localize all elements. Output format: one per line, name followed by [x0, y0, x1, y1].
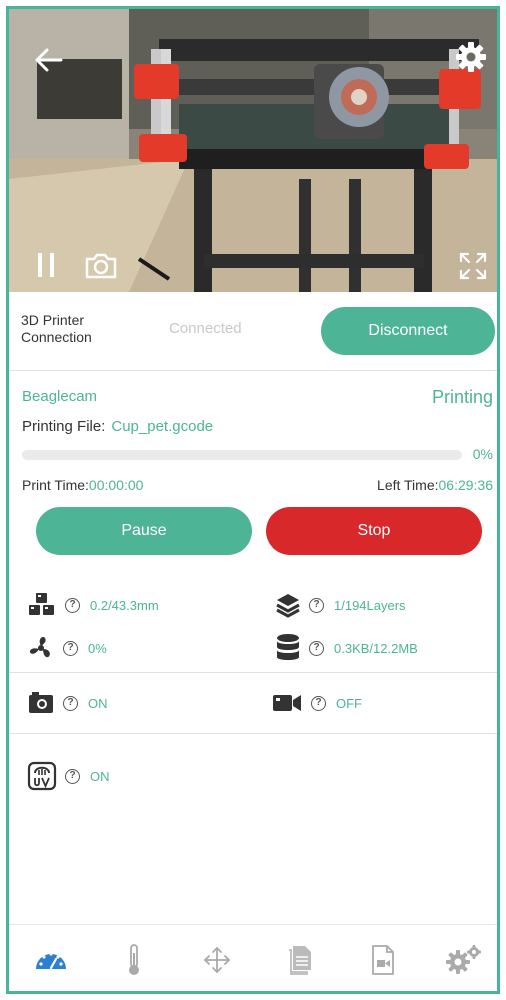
help-icon[interactable]: ?	[65, 768, 80, 784]
pause-stream-button[interactable]	[31, 247, 61, 283]
layers-icon	[276, 594, 300, 618]
fan-stat: ? 0%	[27, 633, 107, 663]
fan-icon	[29, 636, 50, 658]
back-button[interactable]	[31, 42, 67, 78]
uv-status: ON	[90, 768, 110, 784]
help-icon[interactable]: ?	[309, 640, 324, 656]
cubes-icon	[29, 593, 54, 615]
camera-feed	[9, 9, 497, 292]
print-time-value: 00:00:00	[88, 477, 144, 493]
connection-label: 3D Printer Connection	[21, 312, 92, 345]
height-stat: ? 0.2/43.3mm	[27, 590, 159, 620]
printing-file-row: Printing File: Cup_pet.gcode	[22, 418, 213, 435]
camera-name: Beaglecam	[22, 388, 98, 405]
tab-dashboard[interactable]	[31, 940, 71, 980]
help-icon[interactable]: ?	[309, 597, 324, 613]
pause-button[interactable]: Pause	[36, 507, 252, 555]
tab-video-files[interactable]	[363, 940, 403, 980]
pause-icon	[38, 253, 54, 277]
tab-temperature[interactable]	[114, 940, 154, 980]
gear-icon	[456, 42, 486, 72]
uv-section: ? ON	[9, 734, 497, 924]
video-file-icon	[372, 945, 394, 975]
video-camera-icon	[273, 695, 301, 711]
uv-light-icon	[27, 761, 57, 791]
progress-percent: 0%	[472, 446, 493, 462]
layers-stat: ? 1/194Layers	[275, 590, 406, 620]
files-icon	[289, 946, 311, 975]
video-status: OFF	[336, 695, 362, 711]
print-status-section: Beaglecam Printing Printing File: Cup_pet…	[9, 371, 497, 576]
height-value: 0.2/43.3mm	[90, 597, 159, 613]
move-icon	[204, 947, 230, 973]
left-time-value: 06:29:36	[438, 477, 494, 493]
printing-file-label: Printing File:	[22, 418, 106, 435]
printing-file-name: Cup_pet.gcode	[111, 418, 214, 435]
settings-icon	[446, 945, 481, 974]
video-toggle[interactable]: ? OFF	[271, 688, 362, 718]
photo-toggle[interactable]: ? ON	[27, 688, 108, 718]
fullscreen-icon	[459, 252, 487, 280]
help-icon[interactable]: ?	[63, 640, 78, 656]
print-time: Print Time:00:00:00	[22, 477, 143, 493]
capture-toggles: ? ON ? OFF	[9, 673, 497, 734]
tab-settings[interactable]	[444, 940, 484, 980]
left-time-label: Left Time:	[377, 477, 439, 493]
help-icon[interactable]: ?	[311, 695, 326, 711]
thermometer-icon	[129, 944, 139, 975]
data-stat: ? 0.3KB/12.2MB	[275, 633, 418, 663]
fan-value: 0%	[88, 640, 107, 656]
data-value: 0.3KB/12.2MB	[334, 640, 418, 656]
left-time: Left Time:06:29:36	[377, 477, 493, 493]
database-icon	[277, 634, 299, 660]
print-state: Printing	[431, 387, 493, 407]
disconnect-button[interactable]: Disconnect	[321, 307, 495, 355]
print-stats: ? 0.2/43.3mm ? 1/194Layers ? 0% ? 0.3KB/…	[9, 576, 497, 673]
photo-status: ON	[88, 695, 108, 711]
help-icon[interactable]: ?	[63, 695, 78, 711]
connection-status: Connected	[169, 320, 242, 337]
help-icon[interactable]: ?	[65, 597, 80, 613]
connection-row: 3D Printer Connection Connected Disconne…	[9, 292, 497, 371]
fullscreen-button[interactable]	[456, 249, 490, 283]
tab-move[interactable]	[197, 940, 237, 980]
layers-value: 1/194Layers	[334, 597, 406, 613]
print-time-label: Print Time:	[22, 477, 89, 493]
uv-toggle[interactable]: ? ON	[27, 761, 110, 791]
camera-icon	[85, 253, 117, 279]
camera-settings-button[interactable]	[453, 39, 489, 75]
arrow-left-icon	[35, 48, 63, 72]
snapshot-button[interactable]	[82, 249, 120, 283]
photo-camera-icon	[29, 692, 53, 713]
progress-bar	[22, 450, 462, 460]
tab-files[interactable]	[280, 940, 320, 980]
bottom-tab-bar	[9, 924, 497, 991]
app-frame: 3D Printer Connection Connected Disconne…	[6, 6, 500, 994]
dashboard-icon	[36, 952, 66, 970]
stop-button[interactable]: Stop	[266, 507, 482, 555]
